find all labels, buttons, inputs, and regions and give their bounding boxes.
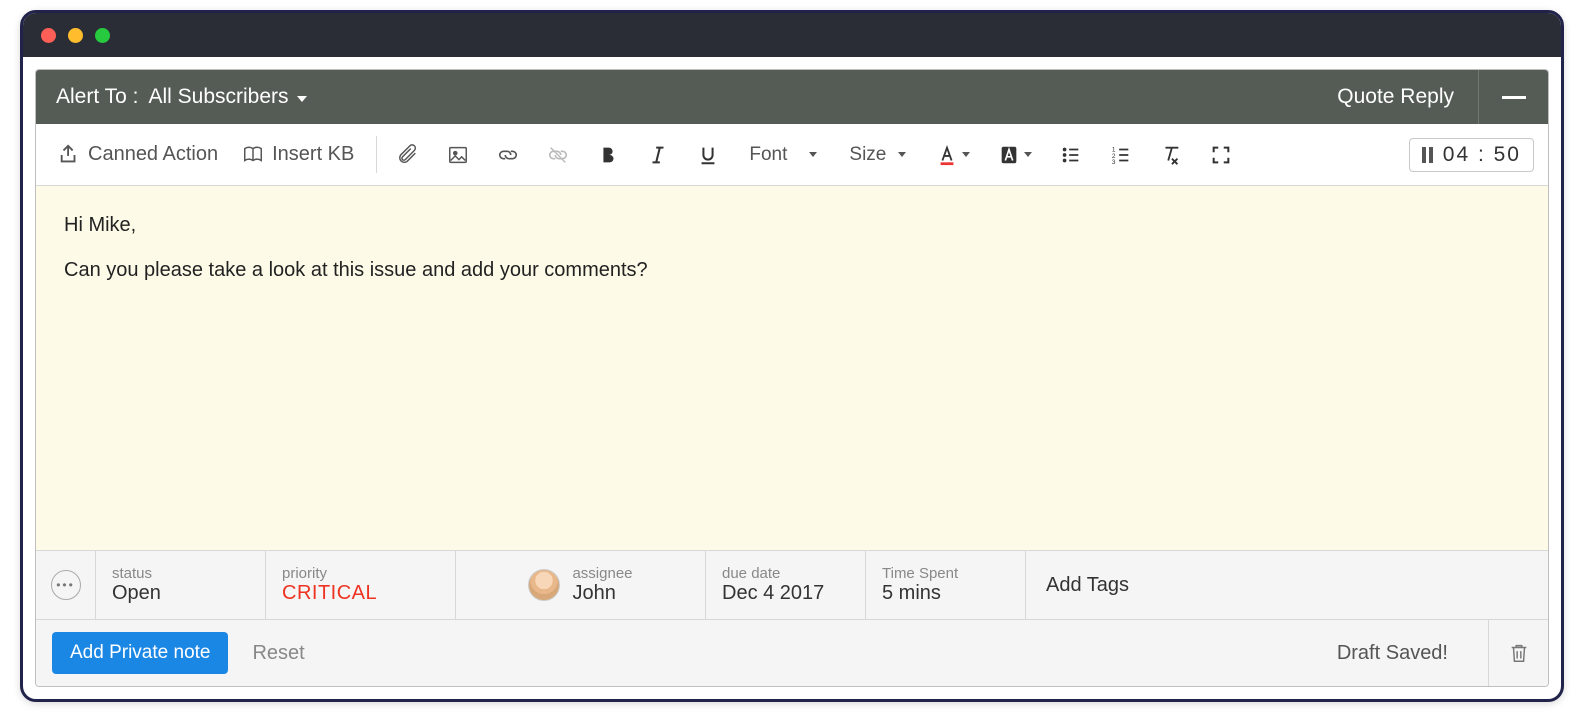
size-label: Size (849, 144, 886, 166)
attach-button[interactable] (391, 138, 425, 172)
discard-button[interactable] (1488, 620, 1548, 686)
draft-saved-status: Draft Saved! (1337, 642, 1448, 665)
due-date-field[interactable]: due date Dec 4 2017 (706, 551, 866, 619)
timer-widget[interactable]: 04 : 50 (1409, 138, 1534, 172)
numbered-list-button[interactable]: 123 (1104, 138, 1138, 172)
alert-to-group: Alert To : All Subscribers (36, 85, 1313, 109)
add-private-note-label: Add Private note (70, 642, 210, 663)
time-spent-field[interactable]: Time Spent 5 mins (866, 551, 1026, 619)
canned-action-label: Canned Action (88, 143, 218, 166)
quote-reply-label: Quote Reply (1337, 85, 1454, 109)
due-date-value: Dec 4 2017 (722, 582, 849, 605)
font-family-dropdown[interactable]: Font (741, 144, 825, 166)
status-label: status (112, 565, 249, 582)
canned-action-button[interactable]: Canned Action (50, 137, 226, 172)
link-icon (497, 144, 519, 166)
bullet-list-icon (1060, 144, 1082, 166)
panel-header: Alert To : All Subscribers Quote Reply (36, 70, 1548, 124)
highlight-color-button[interactable] (992, 138, 1038, 172)
unlink-icon (547, 144, 569, 166)
clear-format-icon (1160, 144, 1182, 166)
app-window: Alert To : All Subscribers Quote Reply (20, 10, 1564, 702)
book-icon (242, 144, 264, 166)
maximize-window-button[interactable] (95, 28, 110, 43)
reply-panel: Alert To : All Subscribers Quote Reply (35, 69, 1549, 687)
unlink-button[interactable] (541, 138, 575, 172)
chevron-down-icon (1024, 152, 1032, 157)
reset-label: Reset (252, 642, 304, 664)
due-date-label: due date (722, 565, 849, 582)
editor-line: Can you please take a look at this issue… (64, 259, 1520, 282)
ellipsis-icon: ••• (51, 570, 81, 600)
tags-field[interactable]: Add Tags (1026, 551, 1548, 619)
minimize-icon (1502, 96, 1526, 99)
italic-icon (647, 144, 669, 166)
app-body: Alert To : All Subscribers Quote Reply (23, 57, 1561, 699)
tags-placeholder: Add Tags (1046, 574, 1129, 597)
assignee-field[interactable]: assignee John (456, 551, 706, 619)
bullet-list-button[interactable] (1054, 138, 1088, 172)
chevron-down-icon (297, 96, 307, 102)
timer-value: 04 : 50 (1443, 143, 1521, 167)
status-value: Open (112, 582, 249, 605)
alert-to-label: Alert To : (56, 85, 138, 109)
insert-link-button[interactable] (491, 138, 525, 172)
svg-text:3: 3 (1112, 159, 1116, 166)
alert-to-value: All Subscribers (148, 85, 288, 109)
trash-icon (1508, 641, 1530, 665)
clear-formatting-button[interactable] (1154, 138, 1188, 172)
assignee-label: assignee (572, 565, 632, 582)
collapse-panel-button[interactable] (1478, 70, 1548, 124)
more-options-button[interactable]: ••• (36, 551, 96, 619)
insert-image-button[interactable] (441, 138, 475, 172)
reset-button[interactable]: Reset (252, 642, 304, 665)
priority-field[interactable]: priority CRITICAL (266, 551, 456, 619)
font-size-dropdown[interactable]: Size (841, 144, 914, 166)
editor-textarea[interactable]: Hi Mike, Can you please take a look at t… (36, 186, 1548, 550)
pause-icon (1422, 147, 1433, 163)
quote-reply-button[interactable]: Quote Reply (1313, 70, 1478, 124)
share-out-icon (58, 144, 80, 166)
highlight-icon (998, 144, 1020, 166)
alert-to-dropdown[interactable]: All Subscribers (148, 85, 306, 109)
avatar (528, 569, 560, 601)
panel-footer: Add Private note Reset Draft Saved! (36, 620, 1548, 686)
bold-icon (597, 144, 619, 166)
text-color-button[interactable] (930, 138, 976, 172)
paperclip-icon (397, 144, 419, 166)
chevron-down-icon (962, 152, 970, 157)
ticket-meta-row: ••• status Open priority CRITICAL assign… (36, 550, 1548, 620)
text-color-icon (936, 144, 958, 166)
status-field[interactable]: status Open (96, 551, 266, 619)
insert-kb-button[interactable]: Insert KB (234, 137, 362, 172)
fullscreen-button[interactable] (1204, 138, 1238, 172)
underline-icon (697, 144, 719, 166)
insert-kb-label: Insert KB (272, 143, 354, 166)
priority-value: CRITICAL (282, 582, 439, 605)
italic-button[interactable] (641, 138, 675, 172)
minimize-window-button[interactable] (68, 28, 83, 43)
font-label: Font (749, 144, 787, 166)
image-icon (447, 144, 469, 166)
expand-icon (1210, 144, 1232, 166)
close-window-button[interactable] (41, 28, 56, 43)
bold-button[interactable] (591, 138, 625, 172)
time-spent-value: 5 mins (882, 582, 1009, 605)
window-titlebar (23, 13, 1561, 57)
priority-label: priority (282, 565, 439, 582)
chevron-down-icon (809, 152, 817, 157)
editor-toolbar: Canned Action Insert KB (36, 124, 1548, 186)
numbered-list-icon: 123 (1110, 144, 1132, 166)
underline-button[interactable] (691, 138, 725, 172)
add-private-note-button[interactable]: Add Private note (52, 632, 228, 674)
time-spent-label: Time Spent (882, 565, 1009, 582)
editor-line: Hi Mike, (64, 214, 1520, 237)
assignee-value: John (572, 582, 615, 604)
chevron-down-icon (898, 152, 906, 157)
